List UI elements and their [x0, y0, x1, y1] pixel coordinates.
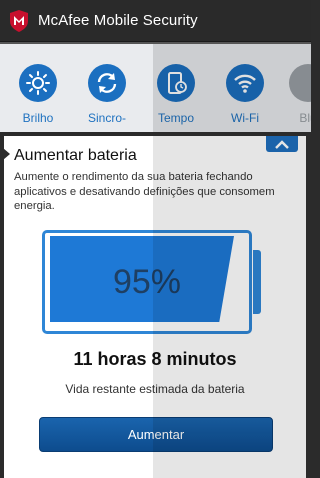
collapse-button[interactable] — [266, 136, 298, 152]
qs-item-brilho[interactable]: Brilho — [8, 64, 68, 125]
app-title: McAfee Mobile Security — [38, 12, 198, 29]
quick-settings-bar: Brilho Sincro- Tempo Wi-Fi Bl — [0, 42, 311, 132]
brightness-icon — [19, 64, 57, 102]
chevron-up-icon — [275, 139, 289, 149]
time-remaining-caption: Vida restante estimada da bateria — [65, 382, 245, 396]
qs-label: Sincro- — [87, 111, 126, 125]
mcafee-logo-icon — [10, 9, 28, 32]
overlay-shade — [153, 44, 311, 132]
battery-cap — [253, 250, 261, 314]
qs-label: Brilho — [22, 111, 54, 125]
boost-battery-panel: Aumentar bateria Aumente o rendimento da… — [4, 136, 306, 478]
battery-percent: 95% — [112, 262, 182, 301]
sync-icon — [88, 64, 126, 102]
panel-pointer — [4, 148, 10, 160]
battery-gauge: 95% — [42, 230, 262, 334]
panel-description: Aumente o rendimento da sua bateria fech… — [14, 171, 275, 212]
boost-button[interactable]: Aumentar — [39, 417, 273, 452]
time-remaining: 11 horas 8 minutos — [73, 349, 237, 369]
panel-title: Aumentar bateria — [14, 147, 137, 164]
title-bar: McAfee Mobile Security — [0, 0, 311, 42]
qs-item-sincro[interactable]: Sincro- — [77, 64, 137, 125]
